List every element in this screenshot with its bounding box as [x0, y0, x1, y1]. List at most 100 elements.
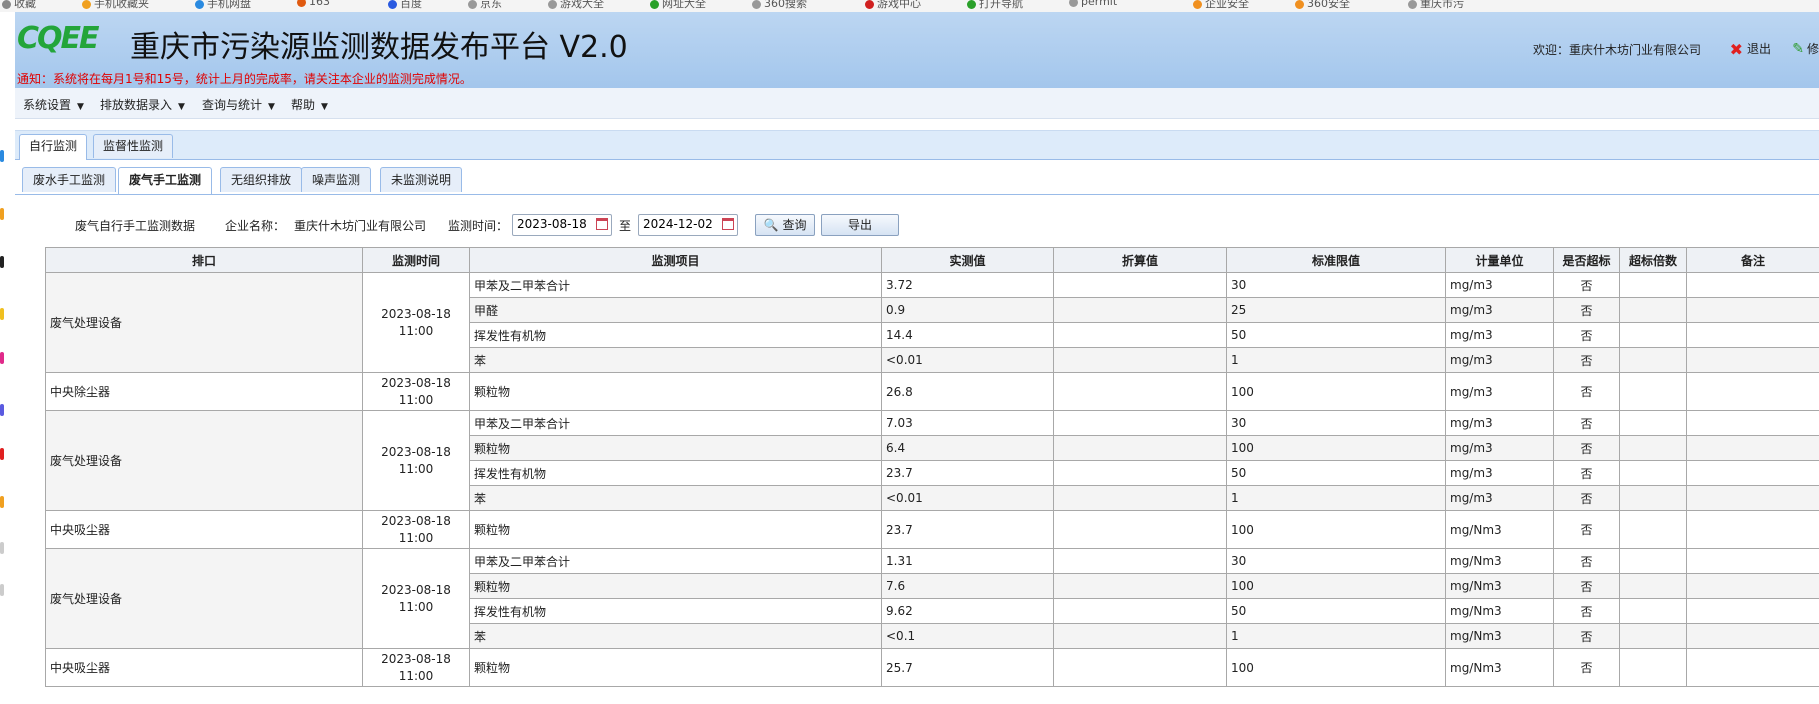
bookmark-item[interactable]: 游戏中心	[865, 0, 921, 11]
bookmark-icon	[1193, 0, 1202, 9]
limit-cell: 1	[1226, 485, 1446, 511]
bookmark-item[interactable]: 手机网盘	[195, 0, 251, 11]
exceed-cell: 否	[1553, 460, 1620, 486]
exceed-cell: 否	[1553, 623, 1620, 649]
bookmark-item[interactable]: permit	[1069, 0, 1117, 8]
time-hour: 11:00	[398, 461, 434, 476]
multiple-cell	[1619, 347, 1687, 373]
converted-cell	[1053, 573, 1227, 599]
bookmark-item[interactable]: 游戏大全	[548, 0, 604, 11]
multiple-cell	[1619, 623, 1687, 649]
calendar-icon[interactable]	[722, 218, 734, 230]
time-hour: 11:00	[398, 323, 434, 338]
company-name: 重庆什木坊门业有限公司	[294, 219, 427, 233]
time-date: 2023-08-18	[381, 651, 451, 666]
item-cell: 甲醛	[469, 297, 882, 323]
tab-self-monitoring[interactable]: 自行监测	[19, 134, 88, 160]
left-app-strip	[0, 12, 15, 704]
limit-cell: 100	[1226, 573, 1446, 599]
bookmark-item[interactable]: 网址大全	[650, 0, 706, 11]
unit-cell: mg/Nm3	[1445, 548, 1554, 574]
bookmark-icon	[1408, 0, 1417, 9]
menu-help[interactable]: 帮助 ▼	[291, 96, 328, 113]
multiple-cell	[1619, 410, 1687, 436]
item-cell: 颗粒物	[469, 435, 882, 461]
multiple-cell	[1619, 510, 1687, 549]
bookmark-item[interactable]: 360搜索	[752, 0, 807, 11]
tab-supervisory-monitoring[interactable]: 监督性监测	[93, 134, 174, 158]
bookmark-label: 游戏大全	[560, 0, 604, 10]
note-cell	[1686, 573, 1819, 599]
time-hour: 11:00	[398, 599, 434, 614]
end-date-input[interactable]	[639, 215, 715, 233]
bookmark-icon	[548, 0, 557, 9]
pencil-icon: ✎	[1792, 41, 1804, 57]
multiple-cell	[1619, 435, 1687, 461]
multiple-cell	[1619, 485, 1687, 511]
start-date-input[interactable]	[513, 215, 589, 233]
time-date: 2023-08-18	[381, 513, 451, 528]
measured-cell: 1.31	[881, 548, 1054, 574]
bookmark-item[interactable]: 收藏	[2, 0, 36, 11]
bookmark-item[interactable]: 企业安全	[1193, 0, 1249, 11]
exceed-cell: 否	[1553, 510, 1620, 549]
bookmark-item[interactable]: 360安全	[1295, 0, 1350, 11]
note-cell	[1686, 435, 1819, 461]
caret-down-icon: ▼	[77, 102, 84, 112]
page-title: 重庆市污染源监测数据发布平台 V2.0	[130, 30, 628, 65]
limit-cell: 100	[1226, 648, 1446, 687]
logout-button[interactable]: ✖ 退出	[1730, 40, 1771, 59]
menu-emission-entry[interactable]: 排放数据录入 ▼	[100, 96, 185, 113]
item-cell: 甲苯及二甲苯合计	[469, 272, 882, 298]
bookmark-item[interactable]: 重庆市污	[1408, 0, 1464, 11]
bookmark-icon	[468, 0, 477, 9]
bookmark-label: 360安全	[1307, 0, 1350, 10]
end-date-field[interactable]	[638, 214, 738, 236]
converted-cell	[1053, 460, 1227, 486]
time-cell: 2023-08-18 11:00	[362, 648, 470, 687]
unit-cell: mg/m3	[1445, 435, 1554, 461]
menu-system-settings[interactable]: 系统设置 ▼	[23, 96, 84, 113]
bookmark-item[interactable]: 163	[297, 0, 330, 8]
multiple-cell	[1619, 272, 1687, 298]
monitoring-table-wrap: 排口 监测时间 监测项目 实测值 折算值 标准限值 计量单位 是否超标 超标倍数 备注 废气处理设…	[45, 247, 1819, 687]
tab-unorganized-emission[interactable]: 无组织排放	[220, 167, 303, 192]
column-header: 排口	[45, 247, 363, 273]
tab-wastewater-manual[interactable]: 废水手工监测	[22, 167, 117, 192]
unit-cell: mg/m3	[1445, 372, 1554, 411]
bookmark-item[interactable]: 京东	[468, 0, 502, 11]
start-date-field[interactable]	[512, 214, 612, 236]
table-row: 废气处理设备 2023-08-18 11:00 甲苯及二甲苯合计 3.72 30 mg/m3…	[45, 272, 1819, 373]
bookmark-icon	[752, 0, 761, 9]
time-hour: 11:00	[398, 668, 434, 683]
bookmark-label: 163	[309, 0, 330, 8]
page-header: CQEE 重庆市污染源监测数据发布平台 V2.0 通知：系统将在每月1号和15号…	[15, 12, 1819, 88]
limit-cell: 50	[1226, 598, 1446, 624]
tab-noise-monitoring[interactable]: 噪声监测	[301, 167, 372, 192]
bookmark-item[interactable]: 手机收藏夹	[82, 0, 149, 11]
bookmark-icon	[650, 0, 659, 9]
bookmark-item[interactable]: 百度	[388, 0, 422, 11]
multiple-cell	[1619, 297, 1687, 323]
converted-cell	[1053, 623, 1227, 649]
query-button[interactable]: 🔍 查询	[755, 214, 815, 236]
cqee-logo: CQEE	[17, 21, 100, 56]
note-cell	[1686, 372, 1819, 411]
unit-cell: mg/m3	[1445, 347, 1554, 373]
time-cell: 2023-08-18 11:00	[362, 372, 470, 411]
item-cell: 挥发性有机物	[469, 598, 882, 624]
tab-unmonitored-note[interactable]: 未监测说明	[380, 167, 463, 192]
converted-cell	[1053, 548, 1227, 574]
multiple-cell	[1619, 573, 1687, 599]
menu-query-stats[interactable]: 查询与统计 ▼	[202, 96, 275, 113]
modify-button[interactable]: ✎ 修	[1792, 40, 1819, 57]
note-cell	[1686, 410, 1819, 436]
converted-cell	[1053, 322, 1227, 348]
export-button[interactable]: 导出	[821, 214, 899, 236]
exceed-cell: 否	[1553, 598, 1620, 624]
bookmark-item[interactable]: 打开导航	[967, 0, 1023, 11]
tab-waste-gas-manual[interactable]: 废气手工监测	[118, 167, 213, 194]
calendar-icon[interactable]	[596, 218, 608, 230]
item-cell: 挥发性有机物	[469, 460, 882, 486]
filter-bar: 废气自行手工监测数据 企业名称： 重庆什木坊门业有限公司 监测时间： 至 🔍查询…	[15, 212, 1819, 240]
